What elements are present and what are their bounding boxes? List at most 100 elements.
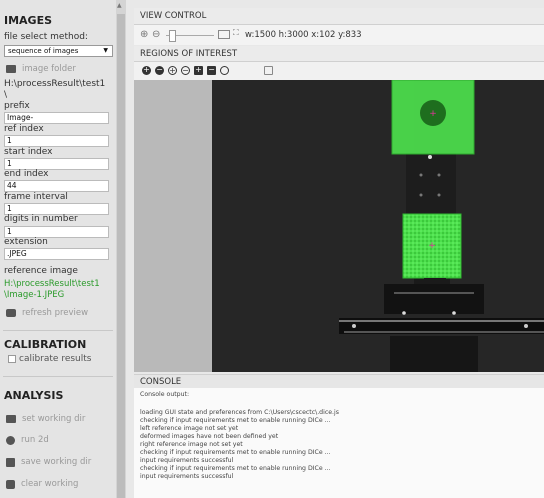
extension-input[interactable]: .JPEG (4, 248, 109, 260)
dropdown-arrow-icon: ▼ (103, 47, 108, 54)
reference-image-path-line1: H:\processResult\test1 (4, 279, 100, 289)
specimen-clamp (406, 150, 456, 220)
console-line: checking if input requirements met to en… (140, 417, 331, 424)
calibrate-results-checkbox[interactable]: calibrate results (8, 354, 91, 364)
refresh-preview-button[interactable]: refresh preview (6, 308, 88, 318)
reference-image-label: reference image (4, 266, 78, 276)
file-select-label: file select method: (4, 32, 88, 42)
remove-circle-icon[interactable]: − (155, 66, 164, 75)
expand-icon[interactable]: ⛶ (233, 28, 239, 38)
console-output: Console output: loading GUI state and pr… (134, 388, 544, 498)
reference-image-path-line2: \Image-1.JPEG (4, 290, 65, 300)
folder-icon (6, 65, 16, 73)
bolt-hole (452, 311, 456, 315)
view-control-bar: ⊕ ⊖ ⛶ w:1500 h:3000 x:102 y:833 (134, 25, 544, 45)
bolt-hole (437, 193, 441, 197)
save-working-dir-button[interactable]: save working dir (6, 457, 91, 467)
bolt-hole (402, 311, 406, 315)
reference-image-canvas: + + (134, 80, 544, 372)
zoom-slider-thumb[interactable] (168, 30, 176, 42)
base-support (390, 336, 478, 372)
console-line: input requirements successful (140, 473, 234, 480)
image-folder-label: image folder (22, 64, 76, 74)
folder-path-line1: H:\processResult\test1 (4, 79, 106, 89)
roi-toolbar: + − + − + − (134, 62, 544, 80)
folder-path-line2: \ (4, 90, 8, 100)
base-plate-edge (339, 320, 544, 322)
zoom-slider[interactable] (166, 30, 214, 42)
fit-window-icon[interactable] (218, 30, 230, 39)
start-index-label: start index (4, 147, 53, 157)
image-left-margin (134, 80, 212, 372)
file-select-dropdown[interactable]: sequence of images ▼ (4, 45, 113, 57)
scrollbar-thumb[interactable] (117, 14, 125, 498)
zoom-out-icon[interactable]: ⊖ (152, 29, 160, 40)
zoom-in-icon[interactable]: ⊕ (140, 29, 148, 40)
clear-working-label: clear working (21, 479, 79, 489)
set-working-dir-button[interactable]: set working dir (6, 414, 85, 424)
add-circle-icon[interactable]: + (142, 66, 151, 75)
bolt-hole (352, 324, 356, 328)
left-panel: IMAGES file select method: sequence of i… (0, 0, 126, 498)
cancel-icon[interactable] (220, 66, 229, 75)
roi-title: REGIONS OF INTEREST (134, 46, 544, 62)
clamp-body (384, 284, 484, 314)
remove-circle-outline-icon[interactable]: − (181, 66, 190, 75)
run-2d-button[interactable]: run 2d (6, 435, 49, 445)
separator (3, 376, 113, 377)
save-working-dir-label: save working dir (21, 457, 92, 467)
console-line: Console output: (140, 391, 190, 398)
roi-marker-icon: + (428, 241, 436, 251)
bolt-hole (419, 193, 423, 197)
left-panel-scrollbar[interactable]: ▲ (116, 0, 126, 498)
add-circle-outline-icon[interactable]: + (168, 66, 177, 75)
ref-index-label: ref index (4, 124, 44, 134)
console-line: left reference image not set yet (140, 425, 239, 432)
refresh-preview-label: refresh preview (22, 308, 89, 318)
calibrate-results-label: calibrate results (19, 354, 92, 364)
clear-working-button[interactable]: clear working (6, 479, 78, 489)
prefix-label: prefix (4, 101, 30, 111)
bolt-hole (524, 324, 528, 328)
console-line: deformed images have not been defined ye… (140, 433, 279, 440)
console-line: loading GUI state and preferences from C… (140, 409, 339, 416)
checkbox-box-icon (8, 355, 16, 363)
bolt-hole (419, 173, 423, 177)
image-status-readout: w:1500 h:3000 x:102 y:833 (245, 30, 362, 40)
extension-label: extension (4, 237, 48, 247)
bolt-hole (437, 173, 441, 177)
calibration-heading: CALIBRATION (4, 338, 87, 351)
remove-rectangle-icon[interactable]: − (207, 66, 216, 75)
end-index-label: end index (4, 169, 49, 179)
file-select-value: sequence of images (8, 47, 79, 55)
view-control-title: VIEW CONTROL (134, 8, 544, 25)
console-line: checking if input requirements met to en… (140, 449, 331, 456)
image-folder-button[interactable]: image folder (6, 64, 76, 74)
roi-mode-icon[interactable] (264, 66, 273, 75)
add-rectangle-icon[interactable]: + (194, 66, 203, 75)
separator (3, 330, 113, 331)
digits-label: digits in number (4, 214, 78, 224)
console-line: input requirements successful (140, 457, 234, 464)
ref-index-input[interactable]: 1 (4, 135, 109, 147)
folder-icon (6, 415, 16, 423)
clamp-edge (394, 292, 474, 294)
play-icon (6, 435, 15, 445)
console-line: right reference image not set yet (140, 441, 243, 448)
analysis-heading: ANALYSIS (4, 389, 64, 402)
scroll-up-icon[interactable]: ▲ (117, 2, 122, 9)
console-title: CONSOLE (134, 374, 544, 388)
roi-marker-icon: + (429, 109, 437, 119)
base-plate-edge (344, 331, 544, 333)
clear-icon (6, 479, 15, 489)
save-icon (6, 457, 15, 467)
camera-icon (6, 309, 16, 317)
prefix-input[interactable]: Image- (4, 112, 109, 124)
console-line: checking if input requirements met to en… (140, 465, 331, 472)
set-working-dir-label: set working dir (22, 414, 86, 424)
run-2d-label: run 2d (21, 435, 49, 445)
frame-interval-label: frame interval (4, 192, 68, 202)
bolt-hole (428, 155, 432, 159)
end-index-input[interactable]: 44 (4, 180, 109, 192)
image-viewer[interactable]: + + (134, 80, 544, 372)
